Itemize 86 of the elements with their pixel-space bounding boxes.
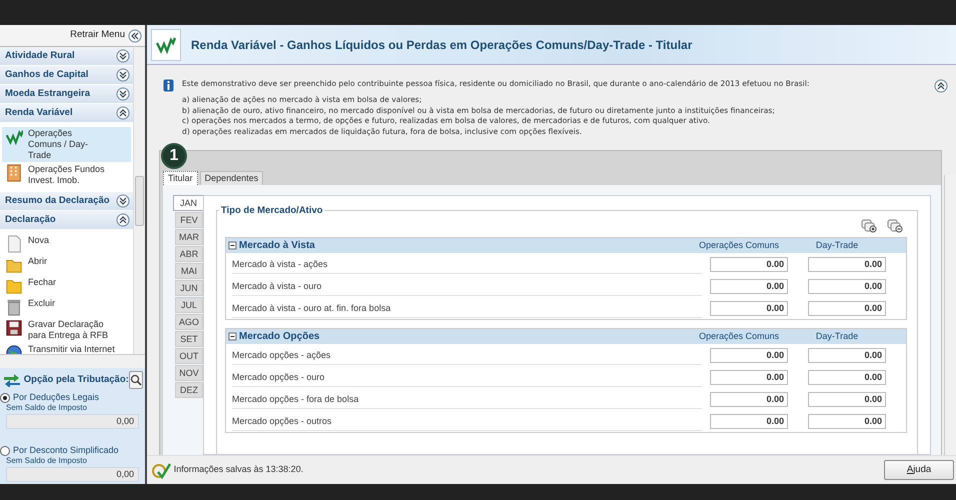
option-label[interactable]: Por Deduções Legais [13,392,100,403]
month-tab[interactable]: SET [175,331,203,347]
expand-all-icon[interactable] [861,219,877,233]
tab[interactable]: Titular [163,171,198,185]
month-tab[interactable]: MAR [175,229,203,245]
menu-item[interactable]: Nova [2,234,131,254]
row-label: Mercado à vista - ações [232,254,702,274]
double-chevron-up-icon[interactable] [934,79,948,93]
value-field: 0,00 [6,414,139,429]
radio-button[interactable] [0,446,10,456]
caption: Sem Saldo de Imposto [5,456,88,466]
chart-icon [5,128,23,146]
month-tab[interactable]: MAI [175,263,203,279]
month-tab[interactable]: JUL [175,297,203,313]
document-icon [5,235,23,253]
search-button[interactable] [128,371,143,389]
column-header: Day-Trade [814,330,860,343]
menu-item[interactable]: Operações Comuns / Day-Trade [2,127,131,162]
row-label: Mercado opções - ações [232,346,702,364]
menu-item[interactable]: Abrir [2,255,131,275]
column-header: Day-Trade [814,238,860,252]
month-tab[interactable]: FEV [175,212,203,228]
value-field[interactable]: 0.00 [808,370,886,384]
double-chevron-down-icon[interactable] [116,87,130,101]
month-tab[interactable]: JAN [173,195,203,211]
row-label: Mercado opções - ouro [232,368,702,386]
value-field[interactable]: 0.00 [710,370,788,384]
row-label: Mercado opções - fora de bolsa [232,390,702,408]
saved-check-icon [151,461,171,479]
value-field[interactable]: 0.00 [710,414,788,428]
info-icon [163,79,174,93]
double-chevron-down-icon[interactable] [116,68,130,82]
scrollbar[interactable] [133,47,145,354]
value-field[interactable]: 0.00 [710,348,788,362]
tab[interactable]: Dependentes [200,171,264,185]
value-field[interactable]: 0.00 [808,278,886,294]
month-tab[interactable]: OUT [175,348,203,364]
collapse-icon[interactable] [226,241,239,250]
help-button[interactable]: Ajuda [884,460,954,480]
value-field[interactable]: 0.00 [808,392,886,406]
column-header: Operações Comuns [698,330,780,343]
collapse-icon[interactable] [226,332,239,341]
row-label: Mercado à vista - ouro [232,276,702,296]
menu-item[interactable]: Gravar Declaração para Entrega à RFB [2,318,131,342]
month-tab[interactable]: ABR [175,246,203,262]
value-field[interactable]: 0.00 [808,414,886,428]
swap-arrows-icon [3,373,21,387]
group-title: Mercado Opções [239,330,321,344]
value-field[interactable]: 0.00 [808,300,886,316]
radio-button[interactable] [0,392,10,402]
double-chevron-up-icon[interactable] [116,213,130,227]
column-header: Operações Comuns [698,238,780,252]
double-chevron-up-icon[interactable] [116,106,130,120]
row-label: Mercado opções - outros [232,412,702,430]
double-chevron-down-icon[interactable] [116,49,130,63]
logo-icon [151,28,181,60]
month-tab[interactable]: JUN [175,280,203,296]
scrollbar[interactable] [0,355,145,368]
month-tab[interactable]: AGO [175,314,203,330]
option-label[interactable]: Por Desconto Simplificado [13,445,119,456]
double-chevron-left-icon[interactable] [128,28,142,42]
row-label: Mercado à vista - ouro at. fin. fora bolsa [232,298,702,318]
month-tab[interactable]: NOV [175,365,203,381]
menu-item[interactable]: Transmitir via Internet [2,343,131,354]
menu-item[interactable]: Excluir [2,297,131,317]
value-field[interactable]: 0.00 [808,256,886,272]
folder-icon [5,277,23,295]
section-title: Opção pela Tributação: [24,372,129,387]
menu-item[interactable]: Fechar [2,276,131,296]
value-field[interactable]: 0.00 [808,348,886,362]
month-tab[interactable]: DEZ [175,382,203,398]
building-icon [5,164,23,182]
collapse-all-icon[interactable] [887,219,903,233]
step-badge: 1 [161,143,187,169]
value-field[interactable]: 0.00 [710,278,788,294]
value-field[interactable]: 0.00 [710,392,788,406]
double-chevron-down-icon[interactable] [116,194,130,208]
menu-item[interactable]: Operações Fundos Invest. Imob. [2,163,131,187]
status-message: Informações salvas às 13:38:20. [174,463,304,476]
group-title: Mercado à Vista [239,239,316,253]
trash-icon [5,298,23,316]
value-field[interactable]: 0.00 [710,300,788,316]
caption: Sem Saldo de Imposto [5,403,88,413]
value-field[interactable]: 0.00 [710,256,788,272]
page-title: Renda Variável - Ganhos Líquidos ou Perdas em Operações Comuns/Day-Trade - Titular [191,36,692,54]
value-field: 0,00 [6,467,139,482]
